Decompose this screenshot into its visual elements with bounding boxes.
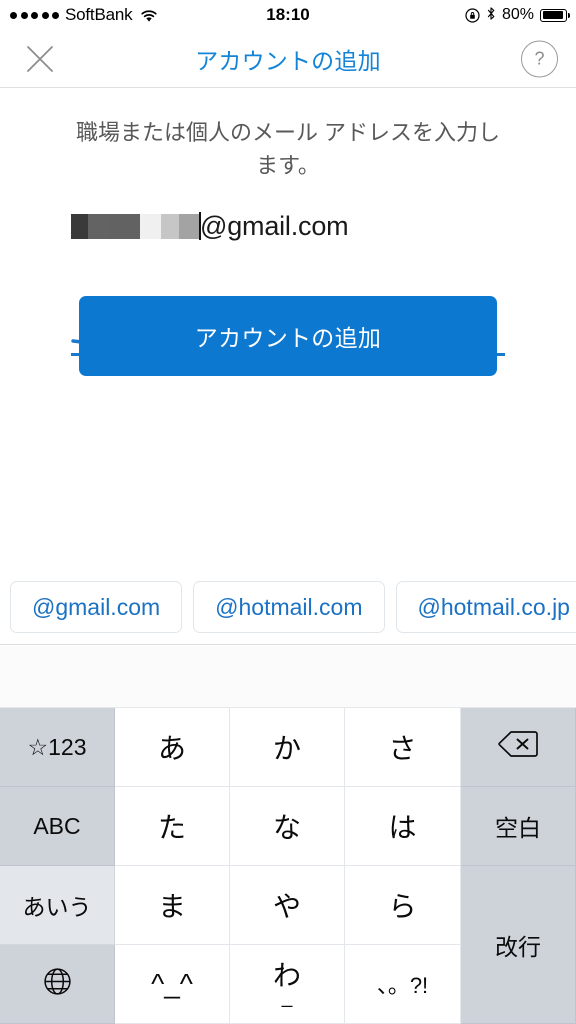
key-label: あ: [157, 733, 186, 764]
email-domain-text: @gmail.com: [200, 210, 349, 241]
key-delete[interactable]: [461, 708, 576, 787]
key-label: 改行: [495, 933, 541, 960]
key-label: ABC: [33, 812, 81, 839]
key-globe[interactable]: [0, 945, 115, 1024]
globe-icon: [43, 967, 72, 1002]
battery-icon: [540, 8, 570, 22]
predictive-text-bar[interactable]: [0, 646, 576, 708]
key-kana-ra[interactable]: ら: [345, 866, 461, 945]
status-bar-clock: 18:10: [266, 5, 310, 24]
key-label: な: [272, 812, 301, 843]
keyboard-grid: ☆123 あ か さ ABC た な は 空白 あいう ま や ら 改行 ^_^…: [0, 708, 576, 1024]
japanese-keyboard[interactable]: ☆123 あ か さ ABC た な は 空白 あいう ま や ら 改行 ^_^…: [0, 708, 576, 1024]
key-return[interactable]: 改行: [461, 866, 576, 1024]
key-emoticon[interactable]: ^_^: [115, 945, 230, 1024]
key-symbols-numbers[interactable]: ☆123: [0, 708, 115, 787]
key-space[interactable]: 空白: [461, 787, 576, 866]
key-kana-ka[interactable]: か: [230, 708, 345, 787]
key-kana-sa[interactable]: さ: [345, 708, 461, 787]
key-abc[interactable]: ABC: [0, 787, 115, 866]
key-label: わ: [272, 959, 301, 991]
suggestion-chip-label: @hotmail.com: [215, 593, 363, 620]
key-kana-ha[interactable]: は: [345, 787, 461, 866]
suggestion-chip-label: @gmail.com: [32, 593, 161, 620]
key-kana-a[interactable]: あ: [115, 708, 230, 787]
add-account-button-label: アカウントの追加: [194, 325, 382, 351]
navigation-bar: アカウントの追加 ?: [0, 30, 576, 88]
key-kana-na[interactable]: な: [230, 787, 345, 866]
key-label: た: [157, 812, 186, 843]
key-label: あいう: [22, 894, 92, 920]
key-label: さ: [388, 733, 417, 764]
suggestion-chip-label: @hotmail.co.jp: [417, 593, 570, 620]
key-label: ^_^: [151, 968, 193, 999]
help-button[interactable]: ?: [521, 40, 558, 77]
email-field-group: @gmail.com: [71, 204, 505, 356]
instruction-text: 職場または個人のメール アドレスを入力します。: [75, 120, 501, 178]
key-label: ら: [388, 891, 417, 922]
key-label: ま: [157, 891, 186, 922]
status-bar: SoftBank 18:10 80%: [0, 0, 576, 30]
key-label: か: [272, 733, 301, 764]
key-kana-mode[interactable]: あいう: [0, 866, 115, 945]
redacted-username-mask: [71, 213, 199, 239]
backspace-icon: [498, 729, 538, 765]
key-label: 空白: [495, 815, 541, 841]
suggestion-chip-gmail[interactable]: @gmail.com: [10, 581, 183, 633]
key-label: は: [388, 812, 417, 843]
key-label: や: [272, 891, 301, 922]
key-kana-ta[interactable]: た: [115, 787, 230, 866]
key-punctuation[interactable]: 、。?!: [345, 945, 461, 1024]
key-label: ☆123: [27, 733, 87, 760]
key-kana-ma[interactable]: ま: [115, 866, 230, 945]
rotation-lock-icon: [465, 7, 480, 23]
email-input[interactable]: @gmail.com: [71, 204, 505, 248]
key-kana-wa[interactable]: わ _: [230, 945, 345, 1024]
key-sublabel: _: [281, 986, 293, 1008]
key-kana-ya[interactable]: や: [230, 866, 345, 945]
page-title: アカウントの追加: [195, 47, 381, 74]
phone-screen: SoftBank 18:10 80% アカウントの追加 ? 職場または個人のメー…: [0, 0, 576, 1024]
key-label: 、。?!: [376, 973, 429, 998]
suggestion-chip-hotmail-com[interactable]: @hotmail.com: [193, 581, 385, 633]
content-area: 職場または個人のメール アドレスを入力します。 @gmail.com アカウント…: [0, 89, 576, 579]
domain-suggestion-bar[interactable]: @gmail.com @hotmail.com @hotmail.co.jp @: [0, 579, 576, 645]
add-account-button[interactable]: アカウントの追加: [79, 296, 497, 376]
suggestion-chip-hotmail-cojp[interactable]: @hotmail.co.jp: [395, 581, 576, 633]
help-icon-label: ?: [534, 48, 545, 68]
domain-suggestion-track: @gmail.com @hotmail.com @hotmail.co.jp @: [10, 581, 576, 633]
